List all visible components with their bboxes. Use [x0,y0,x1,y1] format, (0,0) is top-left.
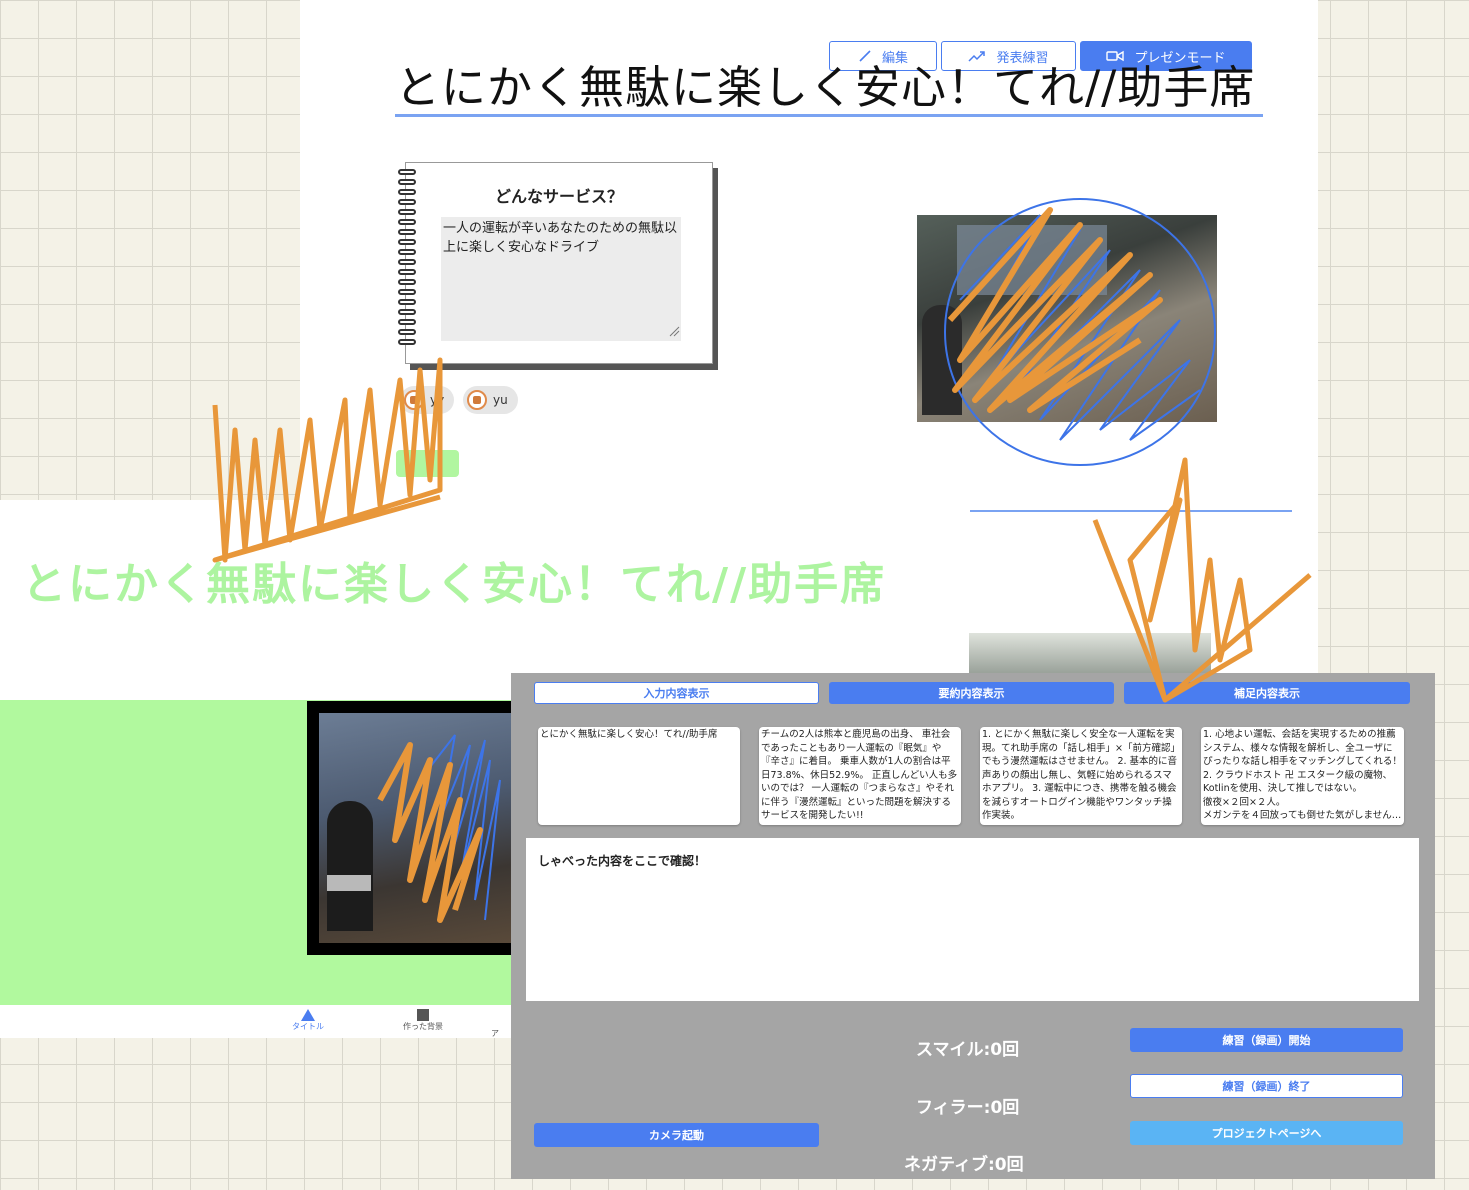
orange-scribble-right [1092,457,1312,703]
scribble-overlay [212,198,1312,923]
orange-scribble-left [212,357,443,563]
